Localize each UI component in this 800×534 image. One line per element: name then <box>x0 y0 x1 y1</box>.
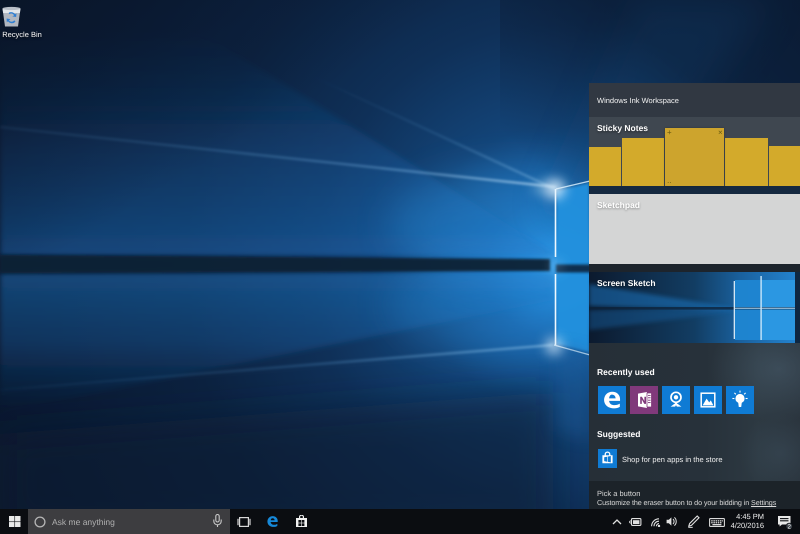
svg-text:2: 2 <box>787 524 791 531</box>
